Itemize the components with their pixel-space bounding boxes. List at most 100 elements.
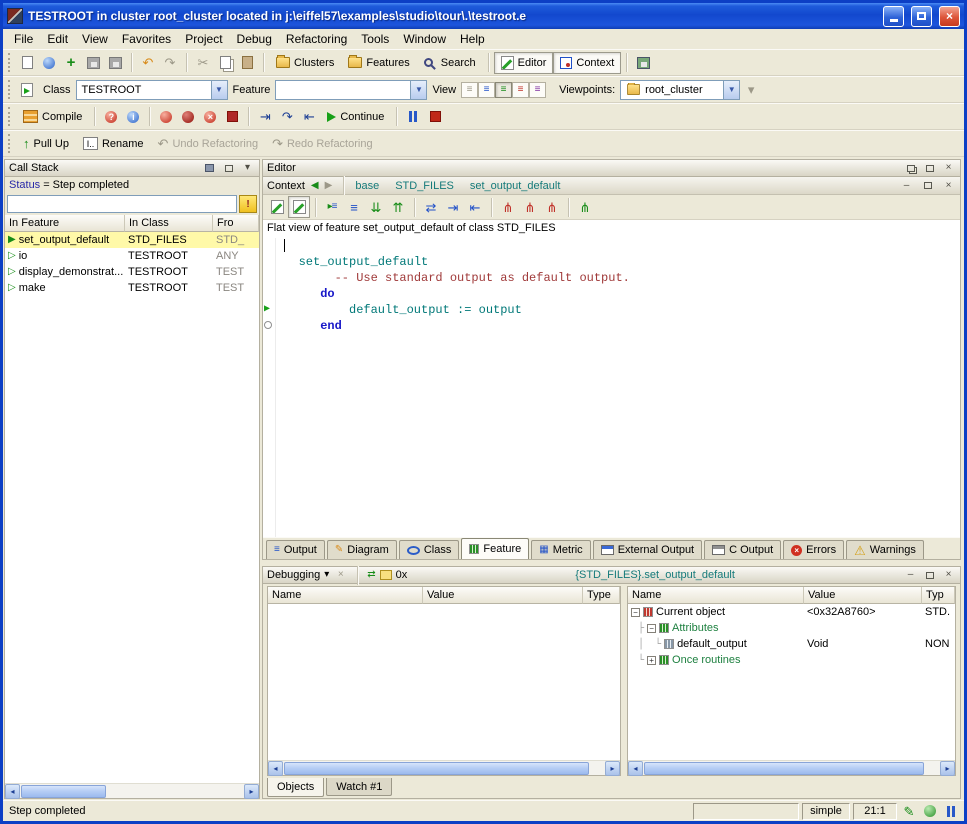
- call-stack-hscrollbar[interactable]: ◂ ▸: [5, 783, 259, 798]
- history-forward-icon[interactable]: ▶: [325, 181, 333, 191]
- tab-objects[interactable]: Objects: [267, 778, 324, 797]
- object-tree-row[interactable]: ├ − Attributes: [628, 620, 955, 636]
- column-type[interactable]: Typ: [922, 587, 955, 604]
- tab-errors[interactable]: ×Errors: [783, 540, 844, 559]
- column-value[interactable]: Value: [423, 587, 583, 604]
- call-stack-row[interactable]: ▷display_demonstrat... TESTROOT TEST: [5, 264, 259, 280]
- breakpoints-enable-button[interactable]: [155, 106, 177, 128]
- interface-view-button[interactable]: ≡: [529, 82, 546, 98]
- call-stack-title-bar[interactable]: Call Stack ▾: [5, 160, 259, 177]
- tab-watch-1[interactable]: Watch #1: [326, 778, 392, 796]
- minimize-context-button[interactable]: –: [899, 179, 914, 192]
- maximize-debugging-button[interactable]: [922, 569, 937, 582]
- breakpoint-slot-icon[interactable]: [264, 321, 272, 329]
- code-line[interactable]: end: [277, 318, 960, 334]
- go-to-definition-button[interactable]: ⇥: [442, 196, 464, 218]
- object-tree-row[interactable]: − Current object <0x32A8760> STD.: [628, 604, 955, 620]
- close-editor-button[interactable]: ×: [941, 162, 956, 175]
- menu-edit[interactable]: Edit: [40, 30, 75, 48]
- editor-gutter[interactable]: ▶: [263, 238, 276, 537]
- class-combobox[interactable]: TESTROOT ▼: [76, 80, 228, 100]
- redo-refactoring-button[interactable]: ↷ Redo Refactoring: [265, 133, 380, 155]
- code-line[interactable]: -- Use standard output as default output…: [277, 270, 960, 286]
- paste-button[interactable]: [236, 52, 258, 74]
- maximize-context-button[interactable]: [920, 179, 935, 192]
- exception-input[interactable]: [7, 195, 237, 213]
- menu-view[interactable]: View: [75, 30, 115, 48]
- pause-button[interactable]: [402, 106, 424, 128]
- call-stack-row[interactable]: ▷make TESTROOT TEST: [5, 280, 259, 296]
- flat-view-button[interactable]: ≡: [495, 82, 512, 98]
- tab-c-output[interactable]: C Output: [704, 540, 781, 559]
- cut-button[interactable]: ✂: [192, 52, 214, 74]
- context-toggle-button[interactable]: Context: [553, 52, 621, 74]
- tab-diagram[interactable]: ✎Diagram: [327, 540, 397, 559]
- feature-combobox[interactable]: ▼: [275, 80, 427, 100]
- descendants-button[interactable]: ⋔: [519, 196, 541, 218]
- editor-title-bar[interactable]: Editor ×: [263, 160, 960, 177]
- column-type[interactable]: Type: [583, 587, 620, 604]
- menu-refactoring[interactable]: Refactoring: [279, 30, 354, 48]
- column-name[interactable]: Name: [268, 587, 423, 604]
- menu-debug[interactable]: Debug: [230, 30, 279, 48]
- edit-feature-button[interactable]: [288, 196, 310, 218]
- tab-warnings[interactable]: ⚠Warnings: [846, 540, 924, 559]
- scroll-left-button[interactable]: ◂: [5, 784, 20, 799]
- column-from[interactable]: Fro: [213, 215, 259, 232]
- title-bar[interactable]: TESTROOT in cluster root_cluster located…: [3, 3, 964, 29]
- call-stack-row[interactable]: ▷io TESTROOT ANY: [5, 248, 259, 264]
- objects-hscrollbar[interactable]: ◂ ▸: [628, 760, 955, 775]
- tab-class[interactable]: Class: [399, 540, 460, 559]
- breadcrumb-cluster[interactable]: base: [355, 180, 379, 192]
- save-stack-button[interactable]: [202, 162, 217, 175]
- viewpoints-dropdown-button[interactable]: ▼: [723, 81, 739, 99]
- class-dropdown-button[interactable]: ▼: [211, 81, 227, 99]
- toolbar-grip[interactable]: [8, 53, 11, 72]
- breakpoints-disable-button[interactable]: [177, 106, 199, 128]
- float-panel-button[interactable]: [221, 162, 236, 175]
- scroll-track[interactable]: [643, 761, 940, 775]
- rename-button[interactable]: I.. Rename: [76, 133, 151, 155]
- menu-file[interactable]: File: [7, 30, 40, 48]
- editor-toggle-button[interactable]: Editor: [494, 52, 554, 74]
- step-into-button[interactable]: ⇥: [254, 106, 276, 128]
- search-button[interactable]: Search: [417, 52, 483, 74]
- watch-table-body[interactable]: [268, 604, 620, 760]
- column-in-class[interactable]: In Class: [125, 215, 213, 232]
- menu-favorites[interactable]: Favorites: [115, 30, 178, 48]
- debugging-menu-icon[interactable]: ▾: [324, 570, 329, 580]
- info-button[interactable]: i: [122, 106, 144, 128]
- breadcrumb-class[interactable]: STD_FILES: [395, 180, 454, 192]
- breakpoints-tool-button[interactable]: [221, 106, 243, 128]
- save-button[interactable]: [82, 52, 104, 74]
- step-out-button[interactable]: ⇤: [298, 106, 320, 128]
- toolbar-grip[interactable]: [8, 134, 11, 153]
- scroll-thumb[interactable]: [284, 762, 589, 775]
- object-tree-row[interactable]: │ └ default_output Void NON: [628, 636, 955, 652]
- scroll-right-button[interactable]: ▸: [244, 784, 259, 799]
- code-area[interactable]: ▶ set_output_default -- Use standard out…: [263, 238, 960, 537]
- class-drop-button[interactable]: [16, 79, 38, 101]
- menu-window[interactable]: Window: [396, 30, 453, 48]
- save-all-button[interactable]: [104, 52, 126, 74]
- watch-hscrollbar[interactable]: ◂ ▸: [268, 760, 620, 775]
- exception-button[interactable]: !: [239, 195, 257, 213]
- code-lines[interactable]: set_output_default -- Use standard outpu…: [277, 238, 960, 334]
- objects-table-body[interactable]: − Current object <0x32A8760> STD. ├ − At…: [628, 604, 955, 760]
- menu-project[interactable]: Project: [178, 30, 229, 48]
- minimize-button[interactable]: [883, 6, 904, 27]
- link-context-button[interactable]: ⇄: [420, 196, 442, 218]
- scroll-right-button[interactable]: ▸: [605, 761, 620, 776]
- stop-button[interactable]: [424, 106, 446, 128]
- viewpoints-combobox[interactable]: root_cluster ▼: [620, 80, 740, 100]
- formatter-list-button[interactable]: ▸≡: [321, 196, 343, 218]
- column-in-feature[interactable]: In Feature: [5, 215, 125, 232]
- scroll-left-button[interactable]: ◂: [268, 761, 283, 776]
- column-name[interactable]: Name: [628, 587, 804, 604]
- menu-tools[interactable]: Tools: [354, 30, 396, 48]
- new-expression-icon[interactable]: [380, 570, 392, 580]
- add-button[interactable]: +: [60, 52, 82, 74]
- open-file-button[interactable]: [38, 52, 60, 74]
- code-line[interactable]: do: [277, 286, 960, 302]
- close-debugging-button[interactable]: ×: [941, 569, 956, 582]
